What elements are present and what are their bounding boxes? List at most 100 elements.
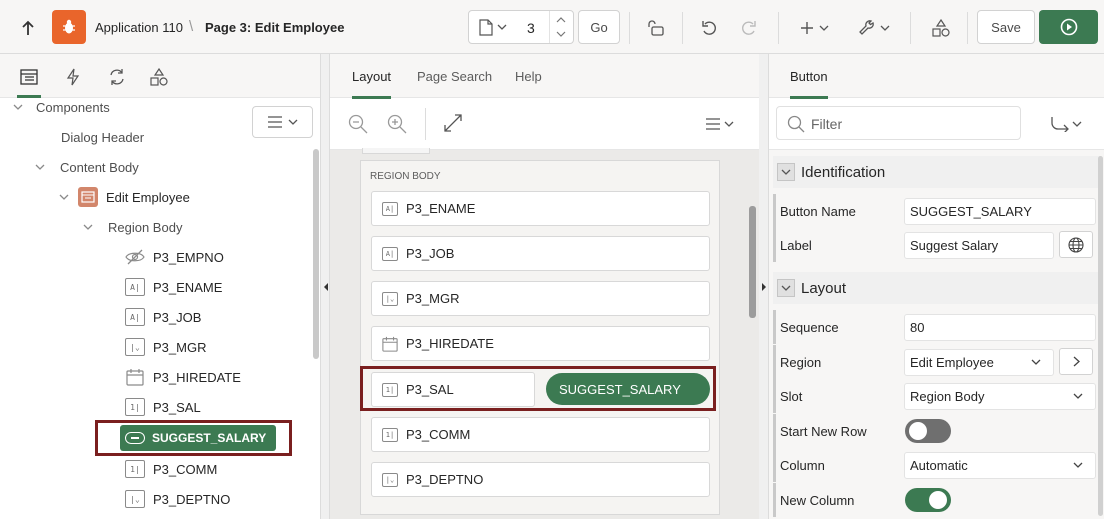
page-selector[interactable]: 3: [468, 10, 574, 44]
sequence-input[interactable]: 80: [904, 313, 1096, 341]
create-menu-button[interactable]: [794, 12, 834, 44]
property-scrollbar[interactable]: [1098, 156, 1103, 516]
processing-tab[interactable]: [100, 60, 134, 94]
lock-page-button[interactable]: [640, 12, 672, 44]
layout-item-p3-deptno[interactable]: |⌄ P3_DEPTNO: [371, 462, 710, 497]
chevron-down-icon: [497, 24, 507, 30]
tree-menu-button[interactable]: [252, 106, 313, 138]
layout-item-label: P3_MGR: [406, 291, 460, 306]
layout-item-p3-comm[interactable]: 1| P3_COMM: [371, 417, 710, 452]
prop-new-column: New Column: [773, 483, 1101, 517]
chevron-down-icon[interactable]: [34, 161, 46, 173]
chevron-down-icon[interactable]: [724, 121, 734, 128]
go-to-region-button[interactable]: [1059, 348, 1093, 375]
chevron-up-icon[interactable]: [556, 16, 566, 23]
dynamic-actions-tab[interactable]: [56, 60, 90, 94]
tab-help[interactable]: Help: [515, 54, 542, 98]
prop-label: Slot: [780, 388, 803, 404]
collapse-section-icon[interactable]: [777, 163, 795, 181]
tree-item-p3-sal[interactable]: 1| P3_SAL: [125, 392, 201, 422]
filter-input[interactable]: Filter: [776, 106, 1021, 140]
save-button[interactable]: Save: [977, 10, 1035, 44]
translate-button[interactable]: [1059, 231, 1093, 258]
layout-toolbar: [330, 98, 759, 150]
chevron-down-icon[interactable]: [82, 221, 94, 233]
layout-button-suggest-salary[interactable]: SUGGEST_SALARY: [546, 373, 710, 405]
top-toolbar: Application 110 \ Page 3: Edit Employee …: [0, 0, 1104, 54]
chevron-down-icon[interactable]: [1072, 121, 1082, 128]
region-select[interactable]: Edit Employee: [904, 348, 1054, 376]
new-column-toggle[interactable]: [905, 488, 951, 512]
zoom-out-icon[interactable]: [348, 114, 368, 134]
prop-label: Start New Row: [780, 423, 867, 439]
tree-item-p3-ename[interactable]: A| P3_ENAME: [125, 272, 222, 302]
left-splitter[interactable]: [321, 54, 330, 519]
tree-item-suggest-salary[interactable]: SUGGEST_SALARY: [120, 425, 276, 451]
tree-node-dialog-header[interactable]: Dialog Header: [61, 122, 144, 152]
section-layout[interactable]: Layout: [773, 272, 1101, 304]
number-field-icon: 1|: [382, 427, 398, 442]
zoom-in-icon[interactable]: [387, 114, 407, 134]
tree-node-region-body[interactable]: Region Body: [82, 212, 182, 242]
tab-layout[interactable]: Layout: [352, 54, 392, 99]
collapse-section-icon[interactable]: [777, 279, 795, 297]
chevron-down-small-icon[interactable]: [556, 31, 566, 38]
layout-item-p3-hiredate[interactable]: P3_HIREDATE: [371, 326, 710, 361]
prop-label: Region: [780, 354, 822, 370]
tree-item-p3-job[interactable]: A| P3_JOB: [125, 302, 201, 332]
rendering-tab[interactable]: [12, 60, 46, 94]
app-icon[interactable]: [52, 10, 86, 44]
refresh-icon: [110, 69, 124, 85]
redo-button[interactable]: [732, 12, 764, 44]
tab-button[interactable]: Button: [790, 54, 828, 99]
shared-components-button[interactable]: [925, 12, 957, 44]
layout-item-p3-job[interactable]: A| P3_JOB: [371, 236, 710, 271]
layout-button-label: SUGGEST_SALARY: [559, 381, 681, 397]
right-tab-row: Button: [769, 54, 1104, 99]
layout-item-p3-ename[interactable]: A| P3_ENAME: [371, 191, 710, 226]
collapse-right-icon[interactable]: [761, 282, 767, 292]
tree-item-p3-deptno[interactable]: |⌄ P3_DEPTNO: [125, 484, 230, 514]
date-picker-icon: [125, 368, 145, 386]
left-scrollbar[interactable]: [313, 149, 319, 359]
utilities-menu-button[interactable]: [854, 12, 894, 44]
tree-label: P3_ENAME: [153, 279, 223, 295]
page-number-input[interactable]: 3: [527, 20, 535, 36]
label-input[interactable]: Suggest Salary: [904, 231, 1054, 259]
run-page-button[interactable]: [1039, 10, 1098, 44]
tree-label: Edit Employee: [106, 189, 190, 205]
hamburger-icon[interactable]: [705, 118, 721, 130]
tree-label: P3_MGR: [153, 339, 207, 355]
tree-node-edit-employee[interactable]: Edit Employee: [58, 182, 190, 212]
select-list-icon: |⌄: [382, 472, 398, 487]
tab-page-search[interactable]: Page Search: [417, 54, 492, 98]
section-identification[interactable]: Identification: [773, 156, 1101, 188]
button-name-input[interactable]: SUGGEST_SALARY: [904, 197, 1096, 225]
up-arrow-icon: [22, 20, 34, 35]
tree-node-components[interactable]: Components: [12, 92, 110, 122]
up-arrow-button[interactable]: [14, 14, 42, 42]
go-button[interactable]: Go: [578, 10, 620, 44]
application-breadcrumb[interactable]: Application 110: [95, 20, 183, 35]
column-select[interactable]: Automatic: [904, 451, 1096, 479]
tree-item-p3-empno[interactable]: P3_EMPNO: [125, 242, 224, 272]
tree-item-p3-mgr[interactable]: |⌄ P3_MGR: [125, 332, 206, 362]
layout-scrollbar[interactable]: [749, 206, 756, 318]
shared-components-tab[interactable]: [142, 60, 176, 94]
go-to-group-icon[interactable]: [1050, 116, 1070, 132]
expand-icon[interactable]: [444, 114, 462, 132]
chevron-down-icon: [819, 25, 828, 31]
layout-item-p3-sal[interactable]: 1| P3_SAL: [371, 372, 535, 407]
collapse-left-icon[interactable]: [323, 282, 329, 292]
tree-item-p3-hiredate[interactable]: P3_HIREDATE: [125, 362, 241, 392]
right-splitter[interactable]: [759, 54, 768, 519]
slot-select[interactable]: Region Body: [904, 382, 1096, 410]
undo-button[interactable]: [694, 12, 726, 44]
chevron-down-icon[interactable]: [58, 191, 70, 203]
layout-item-p3-mgr[interactable]: |⌄ P3_MGR: [371, 281, 710, 316]
tree-node-content-body[interactable]: Content Body: [34, 152, 139, 182]
start-new-row-toggle[interactable]: [905, 419, 951, 443]
globe-icon: [1068, 236, 1084, 253]
tree-item-p3-comm[interactable]: 1| P3_COMM: [125, 454, 217, 484]
chevron-down-icon[interactable]: [12, 101, 24, 113]
